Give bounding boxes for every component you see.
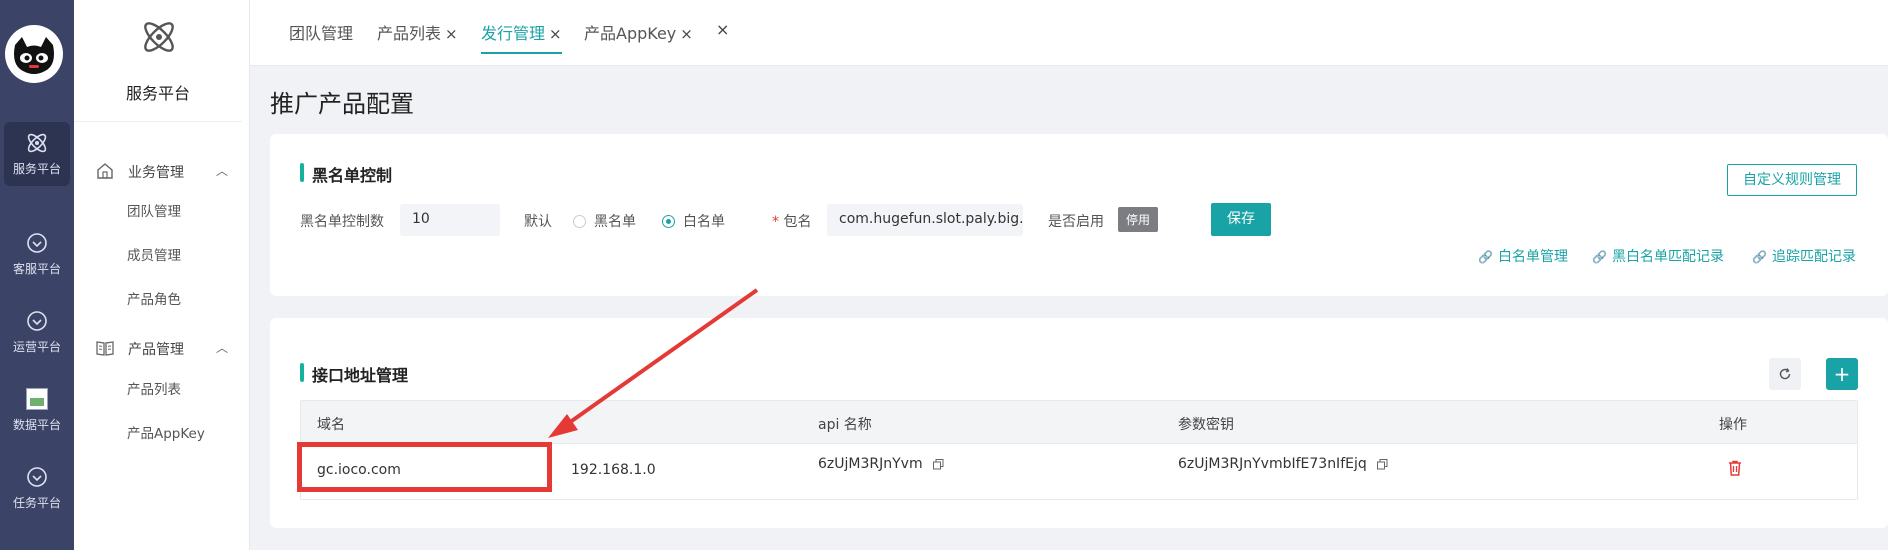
annotation-arrow bbox=[548, 288, 759, 438]
